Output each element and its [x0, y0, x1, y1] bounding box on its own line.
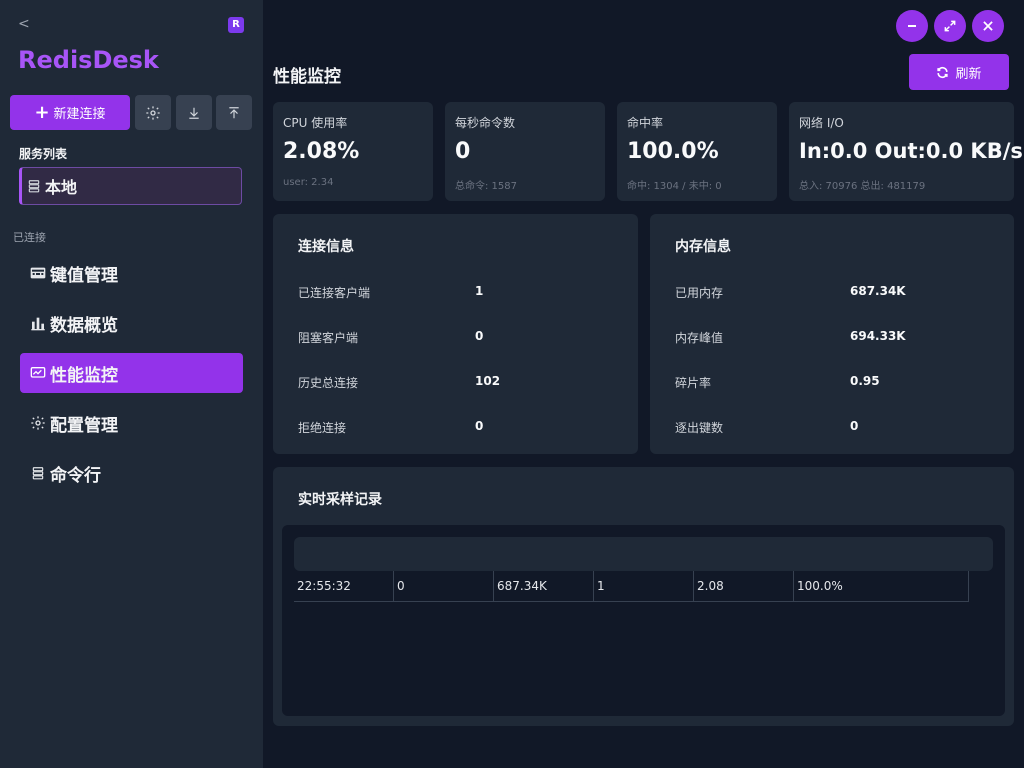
- server-stack-icon: [30, 465, 46, 481]
- stat-sub: 总命令: 1587: [455, 181, 517, 192]
- gear-icon: [146, 105, 160, 120]
- stat-card-cpu: CPU 使用率 2.08% user: 2.34: [273, 102, 433, 201]
- info-row: 内存峰值 694.33K: [675, 329, 995, 349]
- stat-card-network: 网络 I/O In:0.0 Out:0.0 KB/s 总入: 70976 总出:…: [789, 102, 1023, 201]
- nav-item-data-overview[interactable]: 数据概览: [20, 303, 243, 343]
- new-connection-label: 新建连接: [53, 107, 106, 122]
- table-cell: 22:55:32: [294, 571, 394, 601]
- nav-label: 键值管理: [50, 265, 118, 286]
- refresh-icon: [937, 66, 949, 78]
- stat-value: 100.0%: [627, 139, 719, 164]
- import-button[interactable]: [176, 95, 212, 130]
- info-row: 碎片率 0.95: [675, 374, 995, 394]
- app-title: RedisDesk: [18, 46, 159, 74]
- connected-label: 已连接: [13, 231, 46, 244]
- info-key: 已用内存: [675, 286, 724, 300]
- nav-label: 命令行: [50, 465, 101, 486]
- stat-label: 每秒命令数: [455, 116, 516, 130]
- sampling-table[interactable]: 22:55:32 0 687.34K 1 2.08 100.0%: [282, 525, 1005, 716]
- download-icon: [189, 107, 199, 119]
- page-title: 性能监控: [273, 67, 341, 87]
- close-button[interactable]: [972, 10, 1004, 42]
- info-row: 已用内存 687.34K: [675, 284, 995, 304]
- refresh-button[interactable]: 刷新: [909, 54, 1009, 90]
- minimize-button[interactable]: [896, 10, 928, 42]
- info-row: 逐出键数 0: [675, 419, 995, 439]
- upload-icon: [229, 106, 239, 118]
- table-cell: 0: [394, 571, 494, 601]
- table-cell: 100.0%: [794, 571, 969, 601]
- server-icon: [28, 180, 40, 193]
- info-value: 694.33K: [850, 329, 906, 343]
- table-cell: 1: [594, 571, 694, 601]
- info-row: 阻塞客户端 0: [298, 329, 618, 349]
- info-key: 碎片率: [675, 376, 712, 390]
- bar-chart-icon: [30, 315, 46, 331]
- new-connection-button[interactable]: + 新建连接: [10, 95, 130, 130]
- collapse-sidebar-button[interactable]: <: [18, 16, 30, 32]
- info-value: 0.95: [850, 374, 880, 388]
- stat-value: 2.08%: [283, 139, 360, 164]
- stat-label: CPU 使用率: [283, 116, 348, 130]
- info-value: 687.34K: [850, 284, 906, 298]
- maximize-button[interactable]: [934, 10, 966, 42]
- refresh-label: 刷新: [955, 66, 982, 82]
- panel-title: 内存信息: [675, 239, 731, 255]
- minimize-icon: [908, 25, 916, 27]
- nav-item-key-management[interactable]: 键值管理: [20, 253, 243, 293]
- stat-sub: 总入: 70976 总出: 481179: [799, 181, 926, 192]
- gear-icon: [30, 415, 46, 431]
- nav-label: 配置管理: [50, 415, 118, 436]
- info-value: 102: [475, 374, 501, 388]
- info-key: 逐出键数: [675, 421, 724, 435]
- stat-sub: 命中: 1304 / 未中: 0: [627, 181, 722, 192]
- info-key: 历史总连接: [298, 376, 359, 390]
- nav-label: 数据概览: [50, 315, 118, 336]
- info-row: 已连接客户端 1: [298, 284, 618, 304]
- info-value: 0: [475, 329, 484, 343]
- stat-sub: user: 2.34: [283, 177, 334, 188]
- info-key: 已连接客户端: [298, 286, 371, 300]
- nav-item-command-line[interactable]: 命令行: [20, 453, 243, 493]
- monitor-chart-icon: [30, 365, 46, 381]
- server-name: 本地: [45, 178, 78, 197]
- expand-icon: [944, 20, 956, 32]
- info-key: 阻塞客户端: [298, 331, 359, 345]
- close-icon: [983, 21, 993, 31]
- info-value: 0: [475, 419, 484, 433]
- table-header: [294, 537, 993, 571]
- info-value: 1: [475, 284, 484, 298]
- keyboard-icon: [30, 265, 46, 281]
- panel-title: 实时采样记录: [298, 492, 382, 508]
- settings-button[interactable]: [135, 95, 171, 130]
- stat-value: 0: [455, 139, 471, 164]
- info-key: 拒绝连接: [298, 421, 347, 435]
- server-item-local[interactable]: 本地: [19, 167, 242, 205]
- memory-info-panel: 内存信息 已用内存 687.34K 内存峰值 694.33K 碎片率 0.95 …: [650, 214, 1014, 454]
- sidebar: < R RedisDesk + 新建连接 服务列表 本地 已连接 键值管理 数据…: [0, 0, 263, 768]
- server-list-label: 服务列表: [19, 147, 68, 161]
- stat-card-hit-rate: 命中率 100.0% 命中: 1304 / 未中: 0: [617, 102, 777, 201]
- panel-title: 连接信息: [298, 239, 354, 255]
- info-key: 内存峰值: [675, 331, 724, 345]
- info-row: 历史总连接 102: [298, 374, 618, 394]
- table-row: 22:55:32 0 687.34K 1 2.08 100.0%: [294, 571, 969, 602]
- connection-info-panel: 连接信息 已连接客户端 1 阻塞客户端 0 历史总连接 102 拒绝连接 0: [273, 214, 638, 454]
- sampling-panel: 实时采样记录 22:55:32 0 687.34K 1 2.08 100.0%: [273, 467, 1014, 726]
- info-row: 拒绝连接 0: [298, 419, 618, 439]
- plus-icon: +: [34, 101, 50, 123]
- stat-label: 命中率: [627, 116, 664, 130]
- nav-label: 性能监控: [50, 365, 118, 386]
- stat-value: In:0.0 Out:0.0 KB/s: [799, 139, 1023, 163]
- export-button[interactable]: [216, 95, 252, 130]
- stat-card-ops: 每秒命令数 0 总命令: 1587: [445, 102, 605, 201]
- stat-label: 网络 I/O: [799, 116, 844, 130]
- table-cell: 687.34K: [494, 571, 594, 601]
- table-cell: 2.08: [694, 571, 794, 601]
- nav-item-performance-monitor[interactable]: 性能监控: [20, 353, 243, 393]
- app-badge-icon: R: [228, 17, 244, 33]
- nav-item-config-management[interactable]: 配置管理: [20, 403, 243, 443]
- info-value: 0: [850, 419, 859, 433]
